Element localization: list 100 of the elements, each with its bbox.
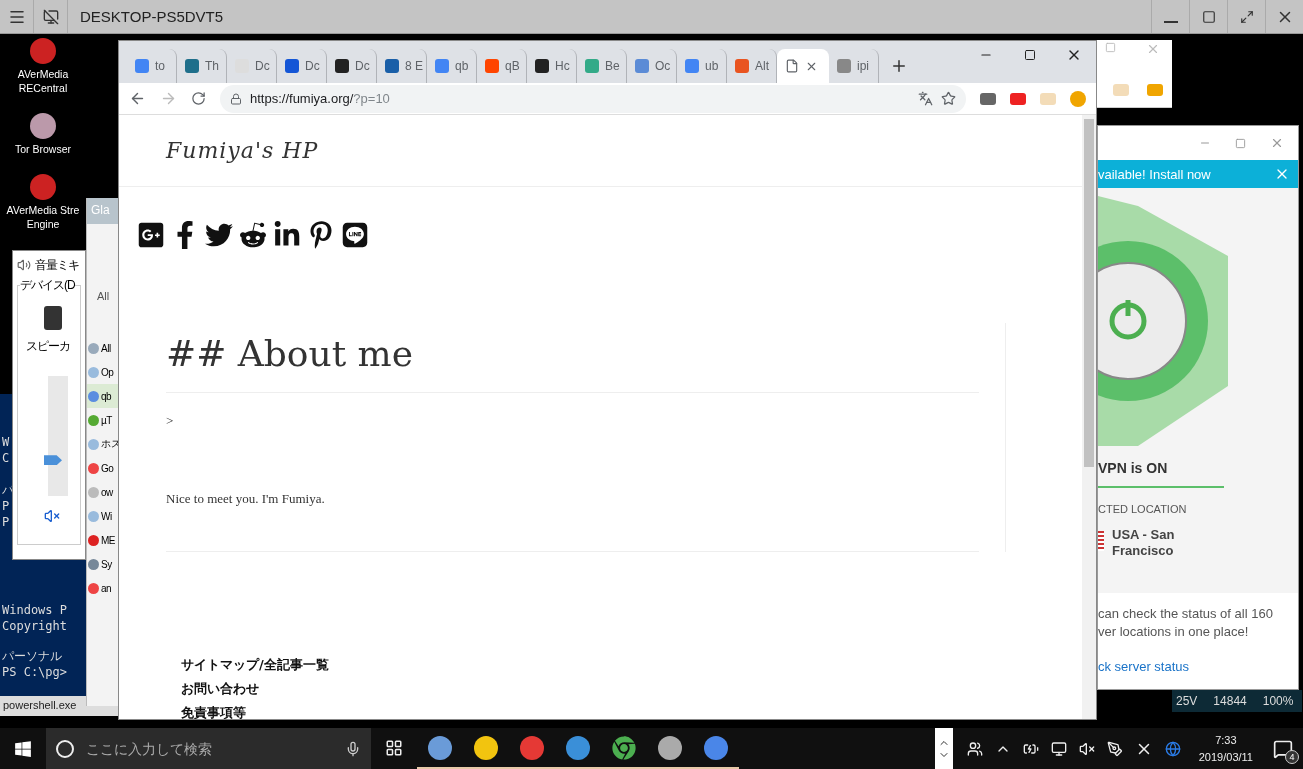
globe-icon[interactable]	[1164, 740, 1181, 757]
browser-tab[interactable]: Dc	[327, 49, 377, 83]
app-icon[interactable]	[30, 113, 56, 139]
bookmark-star-button[interactable]	[941, 91, 956, 106]
console-line: PS C:\pg>	[1, 664, 68, 680]
monitor-icon	[42, 8, 59, 25]
google-plus-icon[interactable]	[137, 221, 165, 249]
pen-icon[interactable]	[1106, 740, 1123, 757]
clock[interactable]: 7:33 2019/03/11	[1188, 731, 1263, 766]
minimize-icon	[1163, 20, 1178, 23]
app-icon	[88, 510, 99, 522]
app-list-item[interactable]: Go	[87, 456, 118, 480]
taskbar-scroll[interactable]	[934, 728, 953, 769]
browser-tab[interactable]: to	[127, 49, 177, 83]
browser-tab[interactable]: Dc	[227, 49, 277, 83]
footer-link[interactable]: お問い合わせ	[181, 677, 259, 701]
footer-link[interactable]: サイトマップ/全記事一覧	[181, 653, 329, 677]
app-icon	[88, 366, 99, 378]
close-icon[interactable]	[1270, 136, 1284, 150]
page-icon	[785, 59, 799, 73]
favicon-icon	[435, 59, 449, 73]
search-bar[interactable]: ここに入力して検索	[46, 728, 371, 769]
maximize-icon	[1024, 49, 1036, 61]
translate-button[interactable]	[918, 91, 933, 106]
network-icon[interactable]	[1050, 740, 1067, 757]
browser-tab[interactable]: Dc	[277, 49, 327, 83]
info-text: can check the status of all 160	[1098, 605, 1274, 623]
app-icon[interactable]	[30, 174, 56, 200]
extension-icon[interactable]	[980, 92, 996, 105]
app-list-item[interactable]: an	[87, 576, 118, 600]
cortana-icon	[56, 739, 74, 758]
search-input[interactable]: ここに入力して検索	[84, 739, 335, 758]
app-list-item[interactable]: Wi	[87, 504, 118, 528]
browser-tab[interactable]: qb	[427, 49, 477, 83]
address-bar[interactable]: https://fumiya.org/?p=10	[220, 84, 966, 113]
app-list-item[interactable]: All	[87, 336, 118, 360]
console-line: パーソナル	[1, 648, 62, 664]
site-title[interactable]: Fumiya's HP	[166, 138, 319, 163]
muted-speaker-icon[interactable]	[1078, 740, 1095, 757]
lock-icon	[230, 92, 242, 105]
desktop-icon-label[interactable]: Tor Browser	[15, 142, 71, 156]
app-list-item[interactable]: µT	[87, 408, 118, 432]
favicon-icon	[335, 59, 349, 73]
favicon-icon	[185, 59, 199, 73]
twitter-icon[interactable]	[205, 221, 233, 249]
scrollbar[interactable]	[1082, 115, 1096, 719]
volume-thumb[interactable]	[44, 455, 62, 466]
back-button[interactable]	[129, 90, 146, 107]
location-name[interactable]: USA - San Francisco	[1112, 527, 1202, 559]
footer-link[interactable]: 免責事項等	[181, 701, 246, 719]
browser-tab[interactable]: qB	[477, 49, 527, 83]
app-list-item[interactable]: ホス	[87, 432, 118, 456]
desktop-icon-label[interactable]: Engine	[26, 217, 60, 231]
desktop-icon-label[interactable]: AVerMedia Stre	[6, 203, 80, 217]
line-icon[interactable]	[341, 221, 369, 249]
power-shield-drawing[interactable]	[1098, 196, 1228, 446]
browser-tab[interactable]: Hc	[527, 49, 577, 83]
console-line: W	[1, 434, 10, 450]
app-icon	[88, 582, 99, 594]
microphone-icon[interactable]	[345, 740, 361, 757]
reload-button[interactable]	[191, 91, 206, 106]
people-icon[interactable]	[966, 740, 983, 757]
app-icon	[88, 534, 99, 546]
app-list-item[interactable]: Op	[87, 360, 118, 384]
extension-icon[interactable]	[1010, 92, 1026, 105]
server-status-link[interactable]: ck server status	[1098, 659, 1298, 674]
browser-tab[interactable]: Be	[577, 49, 627, 83]
info-text: ver locations in one place!	[1098, 623, 1250, 641]
app-icon[interactable]	[30, 38, 56, 64]
browser-tab[interactable]: Oc	[627, 49, 677, 83]
maximize-icon	[1201, 9, 1216, 24]
browser-tab[interactable]: Th	[177, 49, 227, 83]
console-line: P	[1, 498, 10, 514]
quote-mark: >	[166, 413, 175, 429]
browser-tab[interactable]: ipi	[829, 49, 879, 83]
app-list-item[interactable]: Sy	[87, 552, 118, 576]
notification-button[interactable]: 4	[1263, 728, 1303, 769]
window-title: DESKTOP-PS5DVT5	[79, 7, 225, 27]
favicon-icon	[385, 59, 399, 73]
reddit-icon[interactable]	[239, 221, 267, 249]
body-text: Nice to meet you. I'm Fumiya.	[166, 491, 979, 552]
browser-tab[interactable]: ub	[677, 49, 727, 83]
vpn-status: VPN is ON	[1098, 459, 1169, 476]
task-view-icon	[385, 738, 403, 757]
filter-tab[interactable]: All	[97, 290, 110, 302]
browser-tab[interactable]: 8 E	[377, 49, 427, 83]
desktop-icon-label[interactable]: AVerMedia	[17, 67, 69, 81]
translate-icon	[918, 91, 933, 106]
app-list-item[interactable]: ME	[87, 528, 118, 552]
url-text: https://fumiya.org/?p=10	[250, 91, 390, 106]
app-list-item[interactable]: ow	[87, 480, 118, 504]
fullscreen-icon	[1239, 9, 1254, 24]
time-text: 7:33	[1215, 732, 1237, 748]
app-list-item[interactable]: qb	[87, 384, 118, 408]
linkedin-icon[interactable]	[273, 221, 301, 249]
device-label: スピーカ	[26, 338, 70, 355]
app-icon	[88, 390, 99, 402]
browser-tab[interactable]	[777, 49, 829, 83]
desktop-icon-label[interactable]: RECentral	[18, 81, 68, 95]
status-value: 14844	[1213, 694, 1247, 708]
